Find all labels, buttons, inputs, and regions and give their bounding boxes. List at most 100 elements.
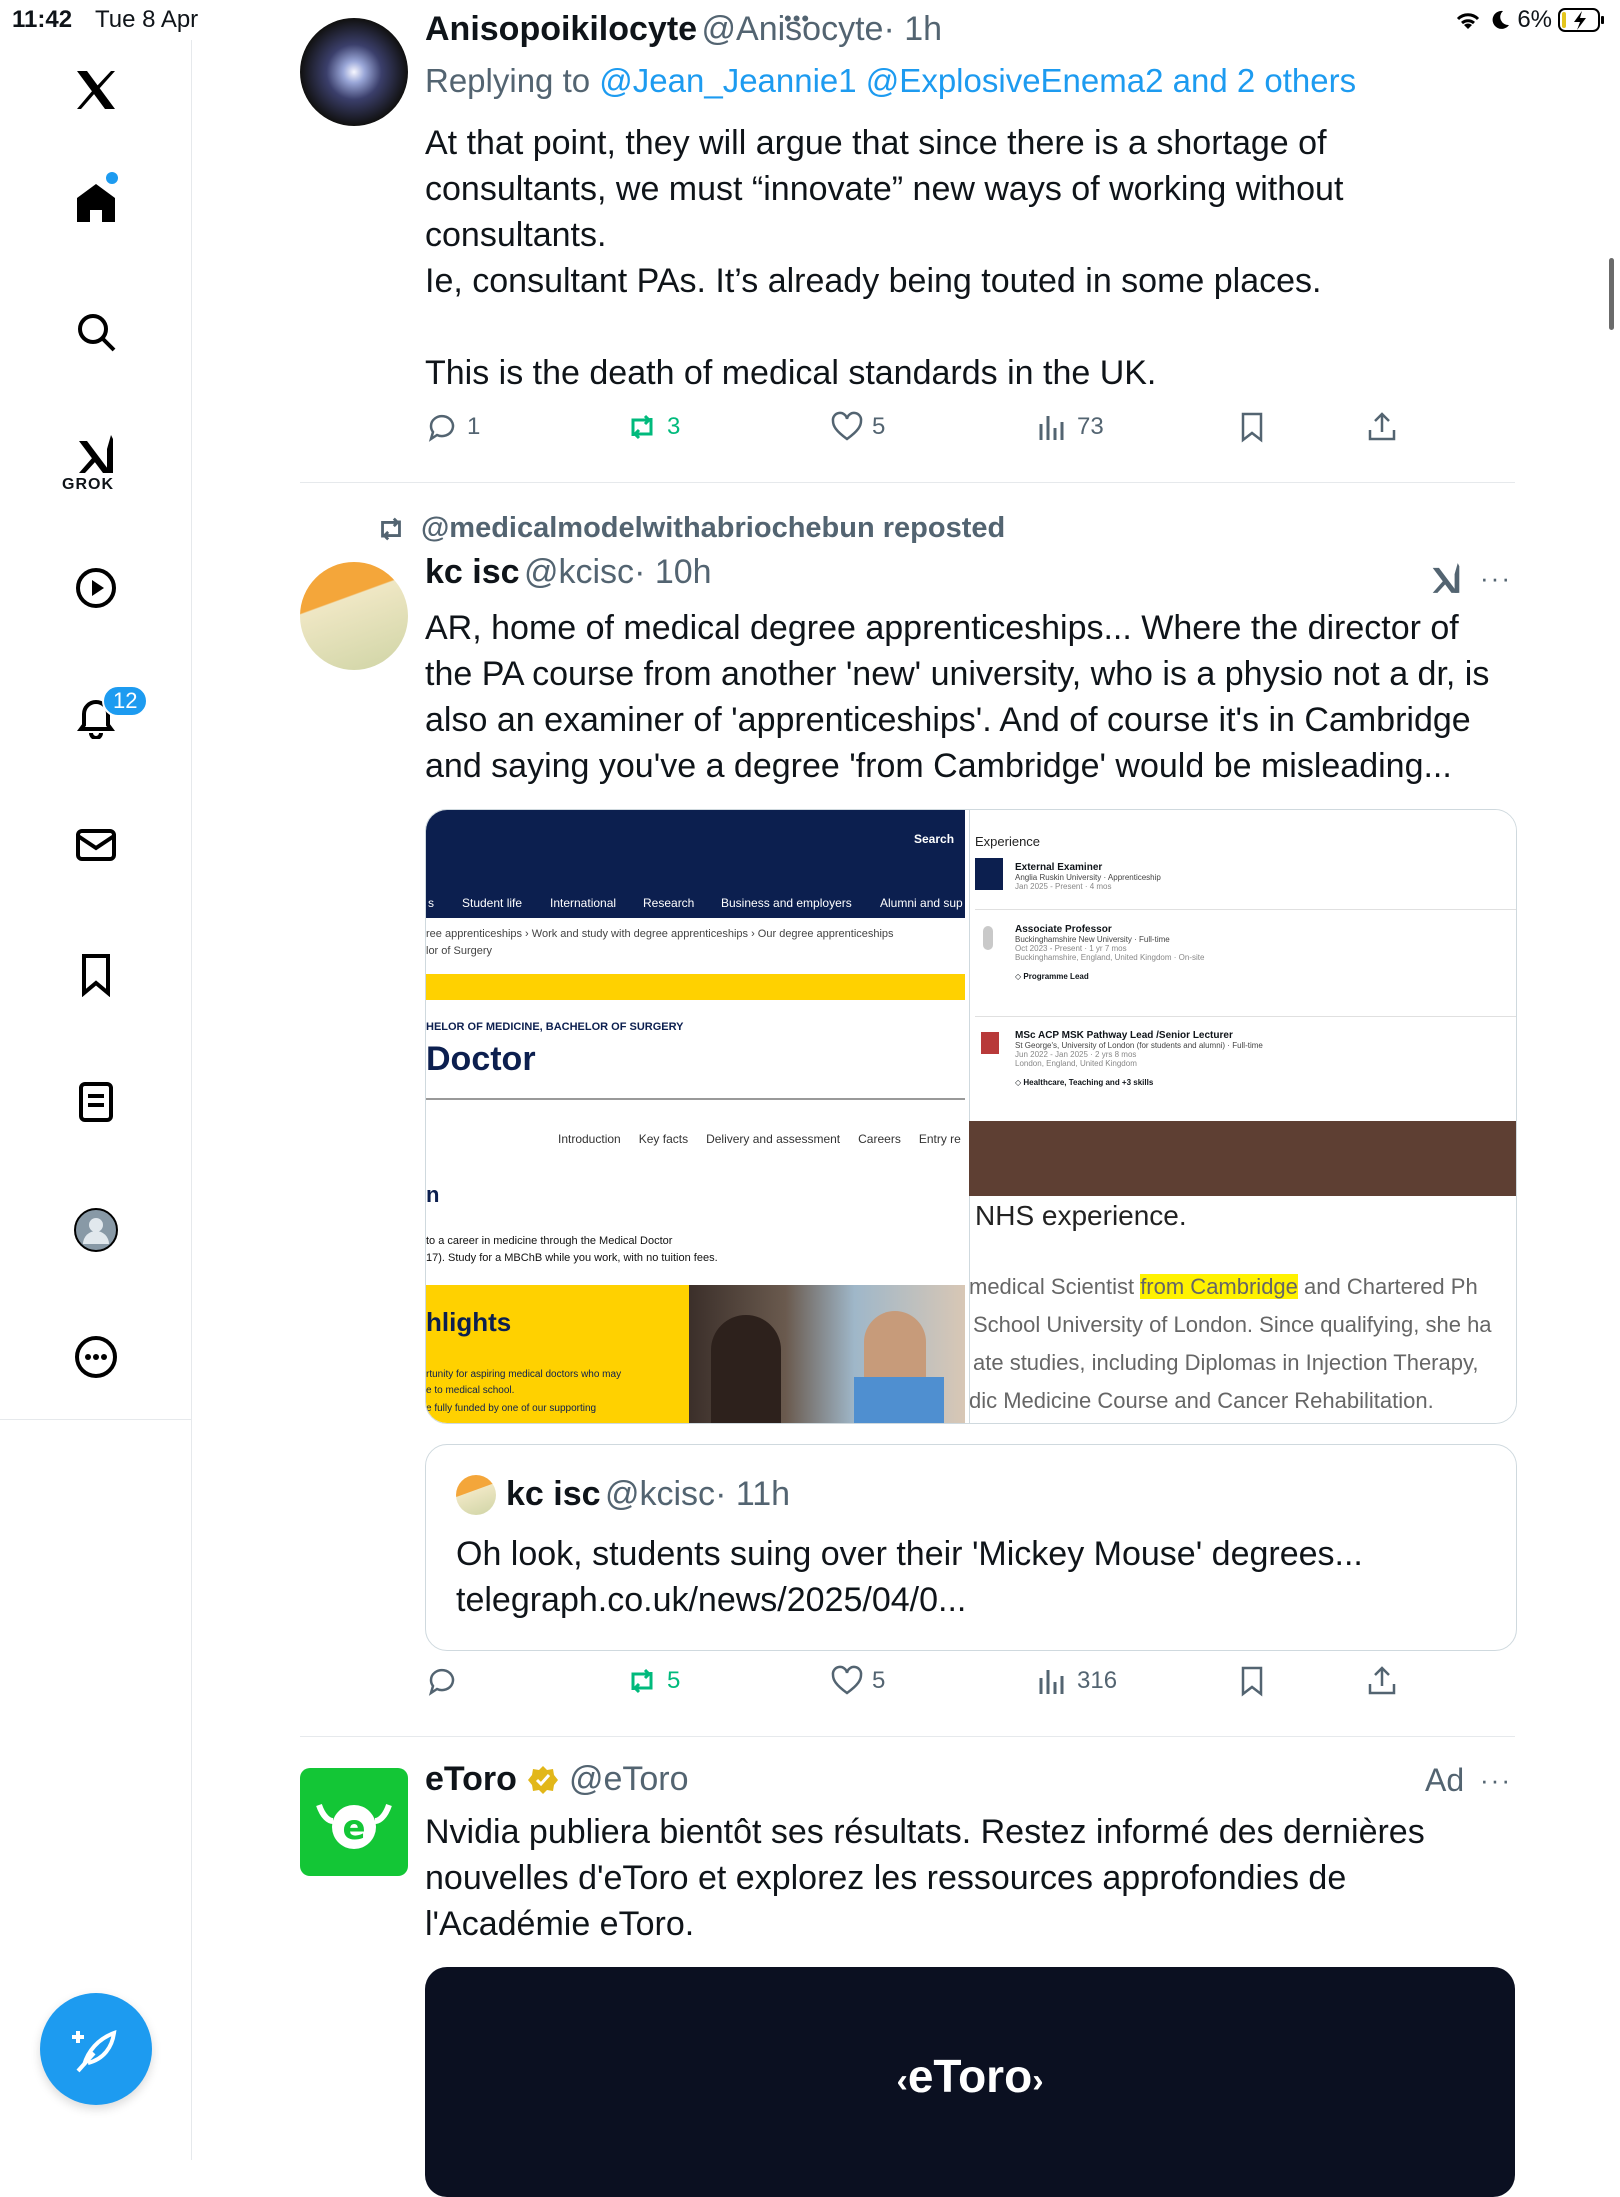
tweet2-media[interactable]: Search s Student life International Rese… — [425, 809, 1517, 1424]
job-location: London, England, United Kingdom — [1015, 1059, 1137, 1068]
tweet1-author-name[interactable]: Anisopoikilocyte — [425, 10, 697, 48]
tweet1-replying-to: Replying to @Jean_Jeannie1 @ExplosiveEne… — [425, 62, 1356, 100]
uni-tab: Introduction — [558, 1132, 621, 1146]
etoro-avatar[interactable]: e — [300, 1768, 408, 1876]
tweet3-author-name[interactable]: eToro — [425, 1760, 517, 1799]
uni-nav-item: Research — [643, 896, 695, 910]
job-location: Buckinghamshire, England, United Kingdom… — [1015, 953, 1205, 962]
tweet3-text: Nvidia publiera bientôt ses résultats. R… — [425, 1809, 1525, 1947]
job-divider — [975, 1016, 1516, 1017]
grok-icon[interactable] — [66, 424, 126, 484]
heart-icon — [831, 411, 863, 441]
tweet1-handle[interactable]: @Anisocyte — [702, 10, 884, 48]
tweet2-line: also an examiner of 'apprenticeships'. A… — [425, 701, 1471, 739]
tweet1-bookmark-button[interactable] — [1235, 410, 1269, 444]
tweet1-repost-button[interactable]: 3 — [625, 410, 680, 444]
bio-line: medical Scientist — [969, 1274, 1141, 1299]
tweet1-like-count: 5 — [872, 413, 886, 440]
bookmarks-icon[interactable] — [66, 944, 126, 1004]
uni-header-bar: Search — [426, 810, 965, 888]
bio-highlight: from Cambridge — [1140, 1274, 1298, 1299]
tweet2-more-icon[interactable]: ··· — [1480, 563, 1512, 594]
x-logo-icon[interactable] — [66, 60, 126, 120]
quote-link: telegraph.co.uk/news/2025/04/0... — [456, 1581, 967, 1619]
tweet2-like-button[interactable]: 5 — [830, 1664, 885, 1698]
tweet3-handle[interactable]: @eToro — [569, 1760, 689, 1799]
compose-post-button[interactable] — [40, 1993, 152, 2105]
tweet3-more-icon[interactable]: ··· — [1480, 1765, 1512, 1796]
uni-breadcrumb-2: lor of Surgery — [426, 945, 493, 957]
uni-highlights-line: rtunity for aspiring medical doctors who… — [426, 1369, 622, 1380]
profile-avatar-icon[interactable] — [66, 1200, 126, 1260]
tweet2-author-name[interactable]: kc isc — [425, 553, 520, 591]
views-chart-icon — [1039, 1670, 1064, 1694]
tweet1-avatar[interactable] — [300, 18, 408, 126]
experience-heading: Experience — [975, 834, 1041, 849]
uni-nav-item: Student life — [462, 896, 523, 910]
tweet1-repost-count: 3 — [667, 413, 681, 440]
grok-label: GROK — [62, 476, 114, 493]
job-dates: Jun 2022 - Jan 2025 · 2 yrs 8 mos — [1015, 1050, 1137, 1059]
bio-line: and Chartered Ph — [1297, 1274, 1478, 1299]
tweet1-line: This is the death of medical standards i… — [425, 354, 1157, 392]
bio-line: dic Medicine Course and Cancer Rehabilit… — [969, 1388, 1434, 1413]
job-entry: External Examiner Anglia Ruskin Universi… — [1015, 862, 1161, 891]
uni-tab: Delivery and assessment — [706, 1132, 841, 1146]
uni-title-rule — [426, 1098, 965, 1100]
home-icon[interactable] — [66, 173, 126, 233]
tweet2-repost-button[interactable]: 5 — [625, 1664, 680, 1698]
ad-media-banner[interactable]: ‹eToro› — [425, 1967, 1515, 2197]
uni-highlights-line: e to medical school. — [426, 1385, 515, 1396]
messages-mail-icon[interactable] — [66, 815, 126, 875]
status-time: 11:42 — [12, 6, 73, 33]
uni-nav-item: s — [428, 896, 434, 910]
tweet1-time[interactable]: · 1h — [883, 10, 942, 48]
tweet1-views-button[interactable]: 73 — [1035, 410, 1104, 444]
tweet2-avatar[interactable] — [300, 562, 408, 670]
reply-icon — [428, 1668, 455, 1696]
tweet2-time[interactable]: · 10h — [634, 553, 712, 591]
etoro-wordmark-text: eToro — [907, 2050, 1033, 2102]
search-icon[interactable] — [66, 302, 126, 362]
scrollbar[interactable] — [1609, 258, 1614, 330]
uni-intro-line: to a career in medicine through the Medi… — [426, 1235, 673, 1247]
ad-label: Ad — [1425, 1762, 1465, 1798]
media-image-left[interactable]: Search s Student life International Rese… — [426, 810, 965, 1423]
lists-icon[interactable] — [66, 1072, 126, 1132]
replying-to-users[interactable]: @Jean_Jeannie1 @ExplosiveEnema2 and 2 ot… — [599, 62, 1356, 99]
tweet2-bookmark-button[interactable] — [1235, 1664, 1269, 1698]
video-play-icon[interactable] — [66, 558, 126, 618]
tweet2-views-button[interactable]: 316 — [1035, 1664, 1117, 1698]
brown-band — [969, 1121, 1516, 1196]
tweet2-share-button[interactable] — [1365, 1664, 1399, 1698]
tweet1-view-count: 73 — [1077, 413, 1104, 440]
tweet2-repost-banner: @medicalmodelwithabriochebun reposted — [375, 512, 1005, 545]
job-title: External Examiner — [1015, 862, 1103, 873]
quoted-tweet[interactable]: kc isc @kcisc· 11h Oh look, students sui… — [425, 1444, 1517, 1651]
media-image-right[interactable]: Experience External Examiner Anglia Rusk… — [969, 810, 1516, 1423]
tweet1-like-button[interactable]: 5 — [830, 410, 885, 444]
notifications-badge: 12 — [102, 685, 149, 717]
status-icons: 6% — [1453, 6, 1606, 34]
repost-icon — [631, 1668, 653, 1694]
quote-author-name: kc isc — [506, 1475, 601, 1513]
bookmark-icon — [1241, 412, 1263, 443]
job-title: Associate Professor — [1015, 924, 1112, 935]
tweet2-handle[interactable]: @kcisc — [524, 553, 634, 591]
repost-icon — [631, 414, 653, 440]
more-options-icon[interactable] — [66, 1327, 126, 1387]
tweet2-reply-button[interactable] — [425, 1664, 467, 1698]
quote-avatar — [456, 1475, 496, 1515]
tweet1-reply-button[interactable]: 1 — [425, 410, 480, 444]
uni-nav-item: International — [550, 896, 617, 910]
job-dates: Jan 2025 - Present · 4 mos — [1015, 882, 1112, 891]
tweet1-blank-line — [425, 304, 1515, 350]
tweet2-repost-label[interactable]: @medicalmodelwithabriochebun reposted — [421, 512, 1005, 545]
grok-explain-icon[interactable] — [1428, 560, 1464, 601]
uni-nav-item: Alumni and sup — [880, 896, 963, 910]
uni-intro-line: 17). Study for a MBChB while you work, w… — [426, 1252, 718, 1264]
job-dates: Oct 2023 - Present · 1 yr 7 mos — [1015, 944, 1127, 953]
tweet1-share-button[interactable] — [1365, 410, 1399, 444]
tweet1-text: At that point, they will argue that sinc… — [425, 120, 1515, 396]
anglia-ruskin-logo — [975, 858, 1003, 890]
